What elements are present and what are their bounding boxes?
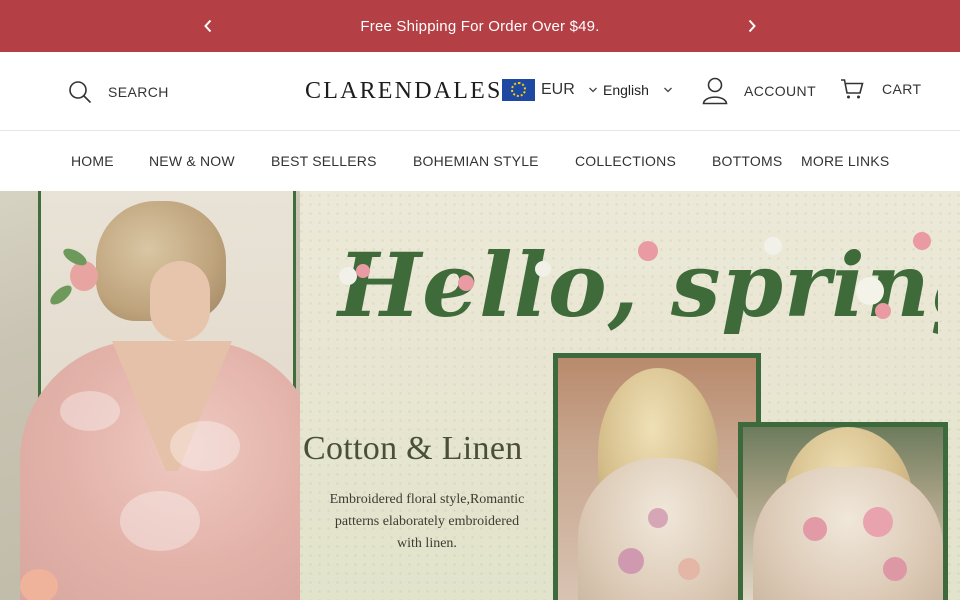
cart-icon [841, 79, 864, 99]
hero-description-line: with linen. [397, 536, 457, 551]
nav-item-new-and-now[interactable]: NEW & NOW [149, 153, 235, 169]
chevron-down-icon [589, 87, 597, 93]
nav-item-bohemian-style[interactable]: BOHEMIAN STYLE [413, 153, 539, 169]
language-label: English [603, 82, 649, 98]
announcement-message[interactable]: Free Shipping For Order Over $49. [360, 18, 599, 35]
hero-headline-text: Hello, spring! [335, 233, 938, 337]
nav-item-bottoms[interactable]: BOTTOMS [712, 153, 782, 169]
currency-selector[interactable]: EUR [502, 79, 575, 101]
account-label: ACCOUNT [744, 83, 817, 99]
main-nav: HOME NEW & NOW BEST SELLERS BOHEMIAN STY… [0, 131, 960, 191]
cart-label: CART [882, 81, 922, 97]
announcement-next-button[interactable] [741, 15, 763, 37]
hero-description-line: Embroidered floral style,Romantic [329, 492, 525, 507]
hero-subheadline: Cotton & Linen [303, 430, 523, 467]
eu-flag-icon [502, 79, 535, 101]
hero-product-photo [738, 422, 948, 600]
user-icon [702, 77, 728, 105]
hero-description-line: patterns elaborately embroidered [334, 514, 520, 529]
chevron-left-icon [204, 19, 212, 33]
hero-headline: Hello, spring! [318, 211, 960, 351]
account-button[interactable]: ACCOUNT [702, 77, 816, 105]
search-button[interactable]: SEARCH [68, 80, 169, 104]
nav-item-home[interactable]: HOME [71, 153, 114, 169]
hero-description: Embroidered floral style,Romantic patter… [312, 489, 542, 555]
currency-code: EUR [541, 81, 575, 98]
chevron-right-icon [748, 19, 756, 33]
hero-model-image [0, 191, 300, 600]
hero-product-photo [553, 353, 761, 600]
announcement-prev-button[interactable] [197, 15, 219, 37]
search-icon [69, 81, 92, 104]
nav-item-collections[interactable]: COLLECTIONS [575, 153, 676, 169]
nav-item-more-links[interactable]: MORE LINKS [801, 153, 889, 169]
search-label: SEARCH [108, 84, 169, 100]
site-header: SEARCH CLARENDALES EUR English ACCOUNT C… [0, 52, 960, 131]
nav-item-best-sellers[interactable]: BEST SELLERS [271, 153, 377, 169]
announcement-bar: Free Shipping For Order Over $49. [0, 0, 960, 52]
language-selector[interactable]: English [588, 82, 673, 98]
cart-button[interactable]: CART [840, 78, 921, 100]
chevron-down-icon [663, 87, 672, 93]
site-logo[interactable]: CLARENDALES [305, 78, 503, 105]
hero-banner[interactable]: Hello, spring! Cotton & Linen Embroidere… [0, 191, 960, 600]
